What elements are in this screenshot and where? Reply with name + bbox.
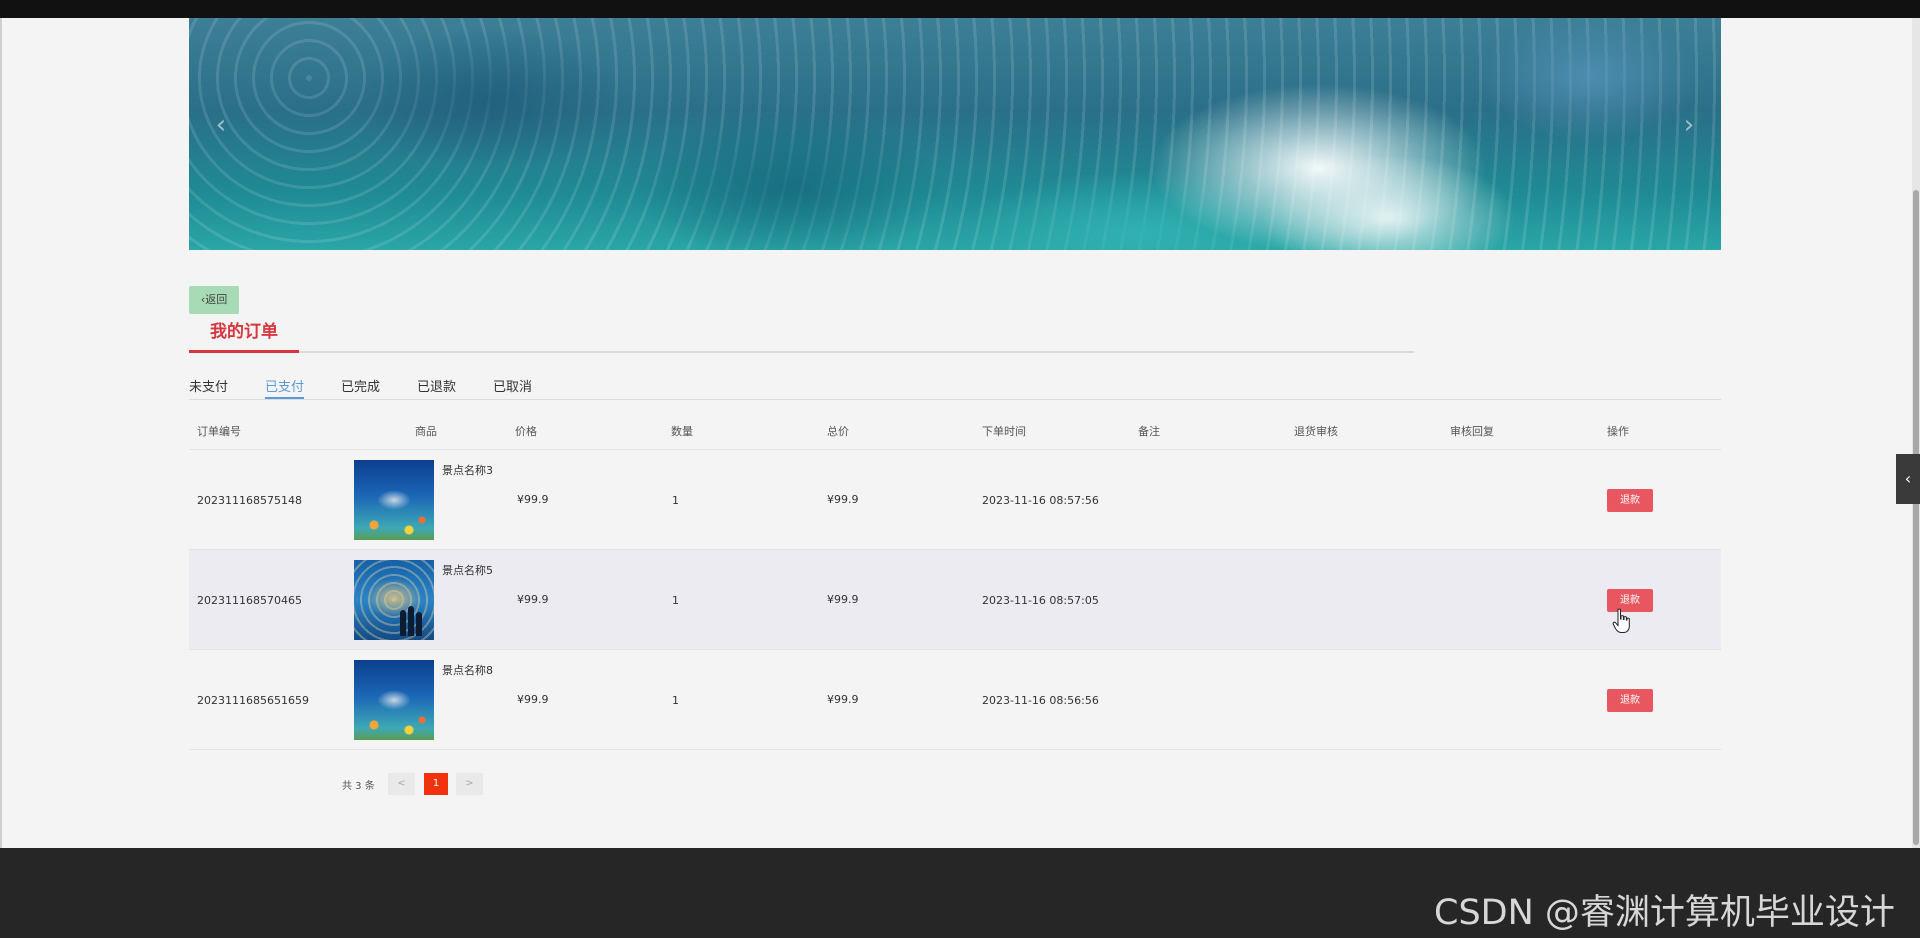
quantity: 1 xyxy=(672,494,679,507)
order-time: 2023-11-16 08:57:56 xyxy=(982,494,1099,507)
header-product: 商品 xyxy=(415,425,437,438)
banner-carousel[interactable]: ‹ › xyxy=(189,18,1721,250)
carousel-prev-arrow-icon[interactable]: ‹ xyxy=(209,110,233,140)
watermark-text: CSDN @睿渊计算机毕业设计 xyxy=(1434,893,1895,933)
price: ¥99.9 xyxy=(517,593,549,606)
order-number: 202311168570465 xyxy=(197,594,302,607)
header-quantity: 数量 xyxy=(671,425,693,438)
total-price: ¥99.9 xyxy=(827,493,859,506)
tab-cancelled[interactable]: 已取消 xyxy=(493,376,532,399)
table-row: 202311168570465 景点名称5 ¥99.9 1 ¥99.9 2023… xyxy=(189,550,1721,650)
page-left-border xyxy=(0,18,2,848)
table-row: 2023111685651659 景点名称8 ¥99.9 1 ¥99.9 202… xyxy=(189,650,1721,750)
title-bar: 我的订单 xyxy=(189,318,1414,353)
page-title: 我的订单 xyxy=(189,318,299,353)
header-return-review: 退货审核 xyxy=(1294,425,1338,438)
pagination-prev-button[interactable]: < xyxy=(388,773,415,795)
pagination-total: 共 3 条 xyxy=(342,781,375,792)
back-button[interactable]: ‹返回 xyxy=(189,286,239,314)
refund-button[interactable]: 退款 xyxy=(1607,689,1653,712)
quantity: 1 xyxy=(672,594,679,607)
product-thumbnail[interactable] xyxy=(354,660,434,740)
tab-unpaid[interactable]: 未支付 xyxy=(189,376,228,399)
tab-refunded[interactable]: 已退款 xyxy=(417,376,456,399)
price: ¥99.9 xyxy=(517,493,549,506)
header-review-reply: 审核回复 xyxy=(1450,425,1494,438)
pagination-page-1[interactable]: 1 xyxy=(424,773,448,795)
order-time: 2023-11-16 08:57:05 xyxy=(982,594,1099,607)
order-number: 202311168575148 xyxy=(197,494,302,507)
header-price: 价格 xyxy=(515,425,537,438)
order-time: 2023-11-16 08:56:56 xyxy=(982,694,1099,707)
scrollbar-thumb[interactable] xyxy=(1913,190,1919,845)
pagination-next-button[interactable]: > xyxy=(456,773,483,795)
product-thumbnail[interactable] xyxy=(354,460,434,540)
header-order-time: 下单时间 xyxy=(982,425,1026,438)
chevron-left-icon: ‹ xyxy=(1904,469,1912,488)
header-remark: 备注 xyxy=(1138,425,1160,438)
tab-completed[interactable]: 已完成 xyxy=(341,376,380,399)
total-price: ¥99.9 xyxy=(827,693,859,706)
silhouette-shape xyxy=(400,610,406,636)
price: ¥99.9 xyxy=(517,693,549,706)
order-number: 2023111685651659 xyxy=(197,694,309,707)
order-status-tabs: 未支付 已支付 已完成 已退款 已取消 xyxy=(189,370,1721,400)
browser-top-strip xyxy=(0,0,1920,18)
header-action: 操作 xyxy=(1607,425,1629,438)
total-price: ¥99.9 xyxy=(827,593,859,606)
product-name: 景点名称5 xyxy=(442,564,493,577)
product-name: 景点名称3 xyxy=(442,464,493,477)
product-name: 景点名称8 xyxy=(442,664,493,677)
refund-button[interactable]: 退款 xyxy=(1607,489,1653,512)
hand-pointer-cursor-icon xyxy=(1612,608,1630,633)
table-row: 202311168575148 景点名称3 ¥99.9 1 ¥99.9 2023… xyxy=(189,450,1721,550)
orders-table: 订单编号 商品 价格 数量 总价 下单时间 备注 退货审核 审核回复 操作 20… xyxy=(189,410,1721,750)
tab-paid[interactable]: 已支付 xyxy=(265,376,305,399)
back-button-label: 返回 xyxy=(205,293,228,306)
carousel-next-arrow-icon[interactable]: › xyxy=(1677,110,1701,140)
side-panel-toggle-button[interactable]: ‹ xyxy=(1896,454,1920,504)
header-order-no: 订单编号 xyxy=(197,425,241,438)
product-thumbnail[interactable] xyxy=(354,560,434,640)
quantity: 1 xyxy=(672,694,679,707)
silhouette-shape xyxy=(416,612,422,636)
header-total: 总价 xyxy=(827,425,849,438)
silhouette-shape xyxy=(408,606,414,636)
table-header: 订单编号 商品 价格 数量 总价 下单时间 备注 退货审核 审核回复 操作 xyxy=(189,410,1721,450)
